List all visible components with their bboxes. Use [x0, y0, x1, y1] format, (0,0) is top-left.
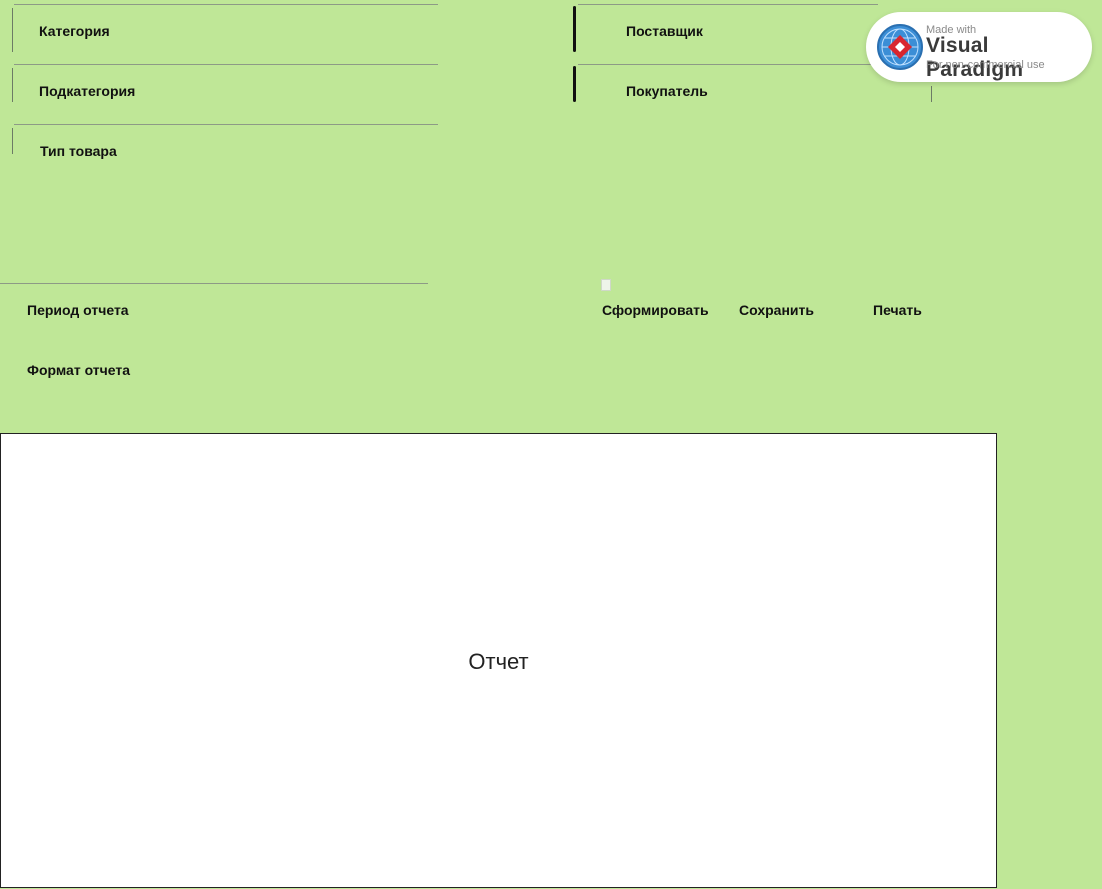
divider-line	[14, 64, 438, 65]
product-type-label: Тип товара	[40, 143, 117, 159]
category-label: Категория	[39, 23, 110, 39]
checkbox[interactable]	[601, 279, 611, 291]
save-button[interactable]: Сохранить	[739, 302, 814, 318]
divider-line	[578, 64, 878, 65]
report-period-label: Период отчета	[27, 302, 129, 318]
field-edge	[12, 128, 13, 154]
watermark-badge: Made with Visual Paradigm For non-commer…	[866, 12, 1092, 82]
field-edge	[573, 6, 576, 52]
divider-line	[578, 4, 878, 5]
divider-line	[14, 124, 438, 125]
report-title: Отчет	[468, 649, 529, 674]
watermark-brand: Visual Paradigm	[926, 34, 1024, 81]
watermark-note: For non-commercial use	[926, 59, 1045, 71]
field-edge	[12, 68, 13, 102]
field-edge	[931, 86, 932, 102]
subcategory-label: Подкатегория	[39, 83, 136, 99]
field-edge	[573, 66, 576, 102]
report-panel: Отчет	[0, 433, 997, 888]
divider-line	[0, 283, 428, 284]
generate-button[interactable]: Сформировать	[602, 302, 709, 318]
visual-paradigm-logo-icon	[877, 24, 923, 70]
field-edge	[12, 8, 13, 52]
supplier-label: Поставщик	[626, 23, 703, 39]
buyer-label: Покупатель	[626, 83, 708, 99]
divider-line	[14, 4, 438, 5]
report-format-label: Формат отчета	[27, 362, 131, 378]
print-button[interactable]: Печать	[873, 302, 922, 318]
